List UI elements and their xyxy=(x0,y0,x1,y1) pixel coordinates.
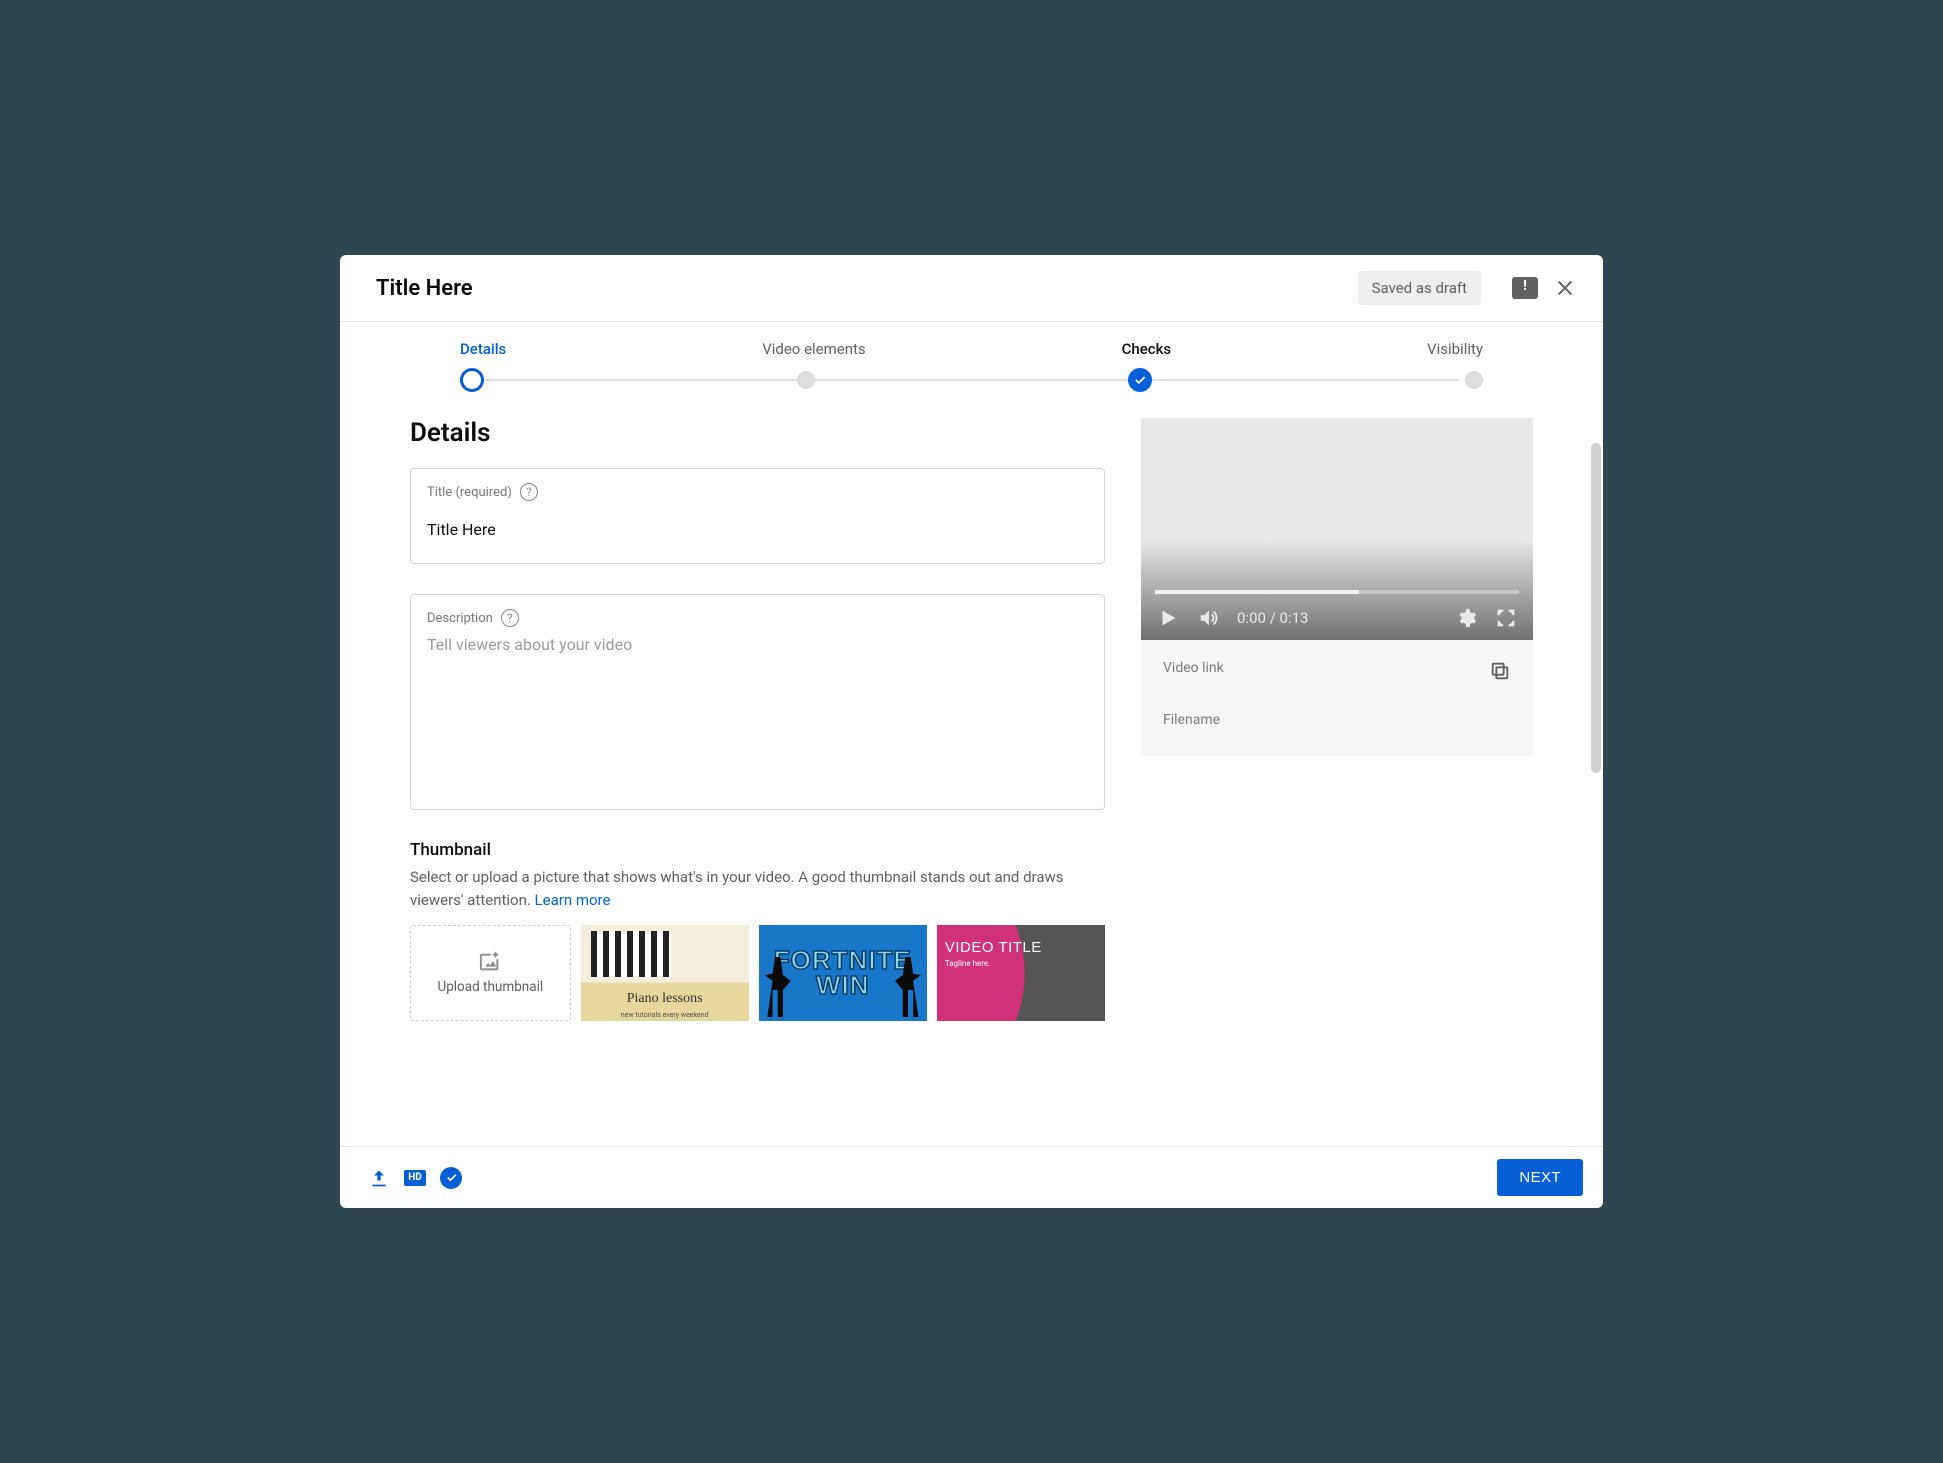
upload-icon[interactable] xyxy=(368,1167,390,1189)
description-label: Description xyxy=(427,611,493,626)
step-dot-checks[interactable] xyxy=(1128,368,1152,392)
title-input[interactable] xyxy=(427,509,1088,549)
help-icon[interactable]: ? xyxy=(501,609,519,627)
page-heading: Details xyxy=(410,418,1105,448)
play-icon[interactable] xyxy=(1157,607,1179,629)
save-status-pill: Saved as draft xyxy=(1358,271,1481,305)
volume-icon[interactable] xyxy=(1197,607,1219,629)
title-label: Title (required) xyxy=(427,485,512,500)
hd-badge: HD xyxy=(404,1170,426,1186)
video-time: 0:00 / 0:13 xyxy=(1237,609,1308,627)
step-checks[interactable]: Checks xyxy=(1122,340,1172,358)
video-progress-bar[interactable] xyxy=(1155,590,1519,594)
description-input[interactable] xyxy=(427,635,1088,805)
video-link-label: Video link xyxy=(1163,660,1224,676)
scrollbar-thumb[interactable] xyxy=(1591,443,1601,773)
step-dot-video-elements[interactable] xyxy=(797,371,815,389)
upload-thumbnail-label: Upload thumbnail xyxy=(437,979,543,995)
preview-card: 0:00 / 0:13 Video link Filename xyxy=(1141,418,1533,756)
thumbnail-option-1[interactable]: Piano lessons new tutorials every weeken… xyxy=(581,925,749,1021)
title-field-box[interactable]: Title (required) ? xyxy=(410,468,1105,564)
step-details[interactable]: Details xyxy=(460,340,506,358)
upload-dialog: Title Here Saved as draft ! Details Vide… xyxy=(340,255,1603,1208)
add-image-icon xyxy=(477,951,503,973)
learn-more-link[interactable]: Learn more xyxy=(535,891,611,909)
thumbnail-heading: Thumbnail xyxy=(410,840,1105,860)
dialog-title: Title Here xyxy=(376,276,1358,301)
video-preview[interactable]: 0:00 / 0:13 xyxy=(1141,418,1533,640)
stepper: Details Video elements Checks Visibility xyxy=(340,322,1603,398)
upload-thumbnail-button[interactable]: Upload thumbnail xyxy=(410,925,571,1021)
gear-icon[interactable] xyxy=(1455,607,1477,629)
step-visibility[interactable]: Visibility xyxy=(1427,340,1483,358)
description-field-box[interactable]: Description ? xyxy=(410,594,1105,810)
next-button[interactable]: NEXT xyxy=(1497,1159,1583,1196)
step-dot-visibility[interactable] xyxy=(1465,371,1483,389)
dialog-header: Title Here Saved as draft ! xyxy=(340,255,1603,322)
step-video-elements[interactable]: Video elements xyxy=(762,340,865,358)
help-icon[interactable]: ? xyxy=(520,483,538,501)
thumbnail-section: Thumbnail Select or upload a picture tha… xyxy=(410,840,1105,1021)
step-dot-details[interactable] xyxy=(460,368,484,392)
thumbnail-description: Select or upload a picture that shows wh… xyxy=(410,866,1105,911)
feedback-icon[interactable]: ! xyxy=(1511,274,1539,302)
thumbnail-option-3[interactable]: VIDEO TITLE Tagline here. xyxy=(937,925,1105,1021)
fullscreen-icon[interactable] xyxy=(1495,607,1517,629)
copy-icon[interactable] xyxy=(1489,660,1511,682)
checks-complete-icon xyxy=(440,1167,462,1189)
thumbnail-option-2[interactable]: FORTNITE WIN xyxy=(759,925,927,1021)
content-area: Details Title (required) ? Description ?… xyxy=(340,398,1603,1146)
close-icon[interactable] xyxy=(1551,274,1579,302)
filename-label: Filename xyxy=(1163,712,1220,728)
dialog-footer: HD NEXT xyxy=(340,1146,1603,1208)
